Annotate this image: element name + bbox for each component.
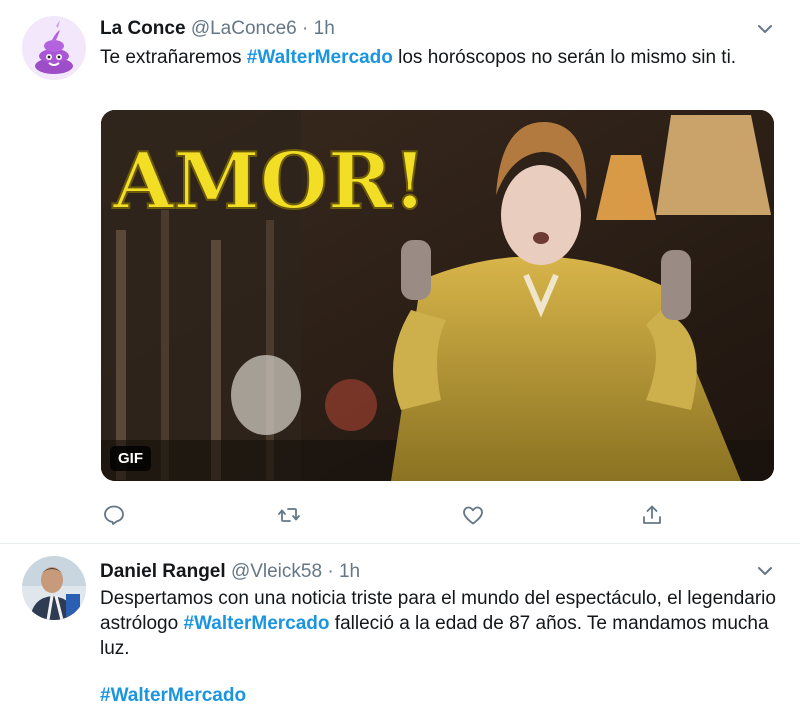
avatar[interactable] <box>22 16 86 80</box>
profile-photo <box>22 556 86 620</box>
separator-dot: · <box>327 561 334 582</box>
user-handle[interactable]: @Vleick58 <box>231 561 322 582</box>
hashtag-link[interactable]: #WalterMercado <box>100 685 246 707</box>
tweet-header: Daniel Rangel @Vleick58 · 1h <box>100 561 360 583</box>
tweet-actions <box>100 503 680 529</box>
tweet-text: Te extrañaremos #WalterMercado los horós… <box>100 45 780 70</box>
heart-icon[interactable] <box>461 503 485 527</box>
hashtag-link[interactable]: #WalterMercado <box>183 613 329 634</box>
user-handle[interactable]: @LaConce6 <box>191 18 297 39</box>
tweet-header: La Conce @LaConce6 · 1h <box>100 18 335 40</box>
gif-overlay-text: AMOR! <box>112 136 427 227</box>
tweet-text-before: Te extrañaremos <box>100 47 247 68</box>
tweet-daniel-rangel[interactable]: Daniel Rangel @Vleick58 · 1h Despertamos… <box>0 544 800 721</box>
retweet-icon[interactable] <box>277 503 301 527</box>
timestamp[interactable]: 1h <box>314 18 335 39</box>
tweet-text: Despertamos con una noticia triste para … <box>100 586 780 661</box>
reply-icon[interactable] <box>102 503 126 527</box>
chevron-down-icon[interactable] <box>756 20 774 38</box>
tweet-text-after: los horóscopos no serán lo mismo sin ti. <box>392 47 737 68</box>
gif-badge: GIF <box>110 446 151 471</box>
gif-image: AMOR! <box>101 110 774 481</box>
timestamp[interactable]: 1h <box>339 561 360 582</box>
gif-media[interactable]: AMOR! GIF <box>101 110 774 481</box>
poop-emoji-icon <box>22 16 86 80</box>
chevron-down-icon[interactable] <box>756 562 774 580</box>
hashtag-link[interactable]: #WalterMercado <box>247 47 393 68</box>
share-icon[interactable] <box>640 503 664 527</box>
display-name[interactable]: Daniel Rangel <box>100 561 226 582</box>
display-name[interactable]: La Conce <box>100 18 186 39</box>
separator-dot: · <box>302 18 309 39</box>
avatar[interactable] <box>22 556 86 620</box>
tweet-la-conce[interactable]: La Conce @LaConce6 · 1h Te extrañaremos … <box>0 0 800 544</box>
